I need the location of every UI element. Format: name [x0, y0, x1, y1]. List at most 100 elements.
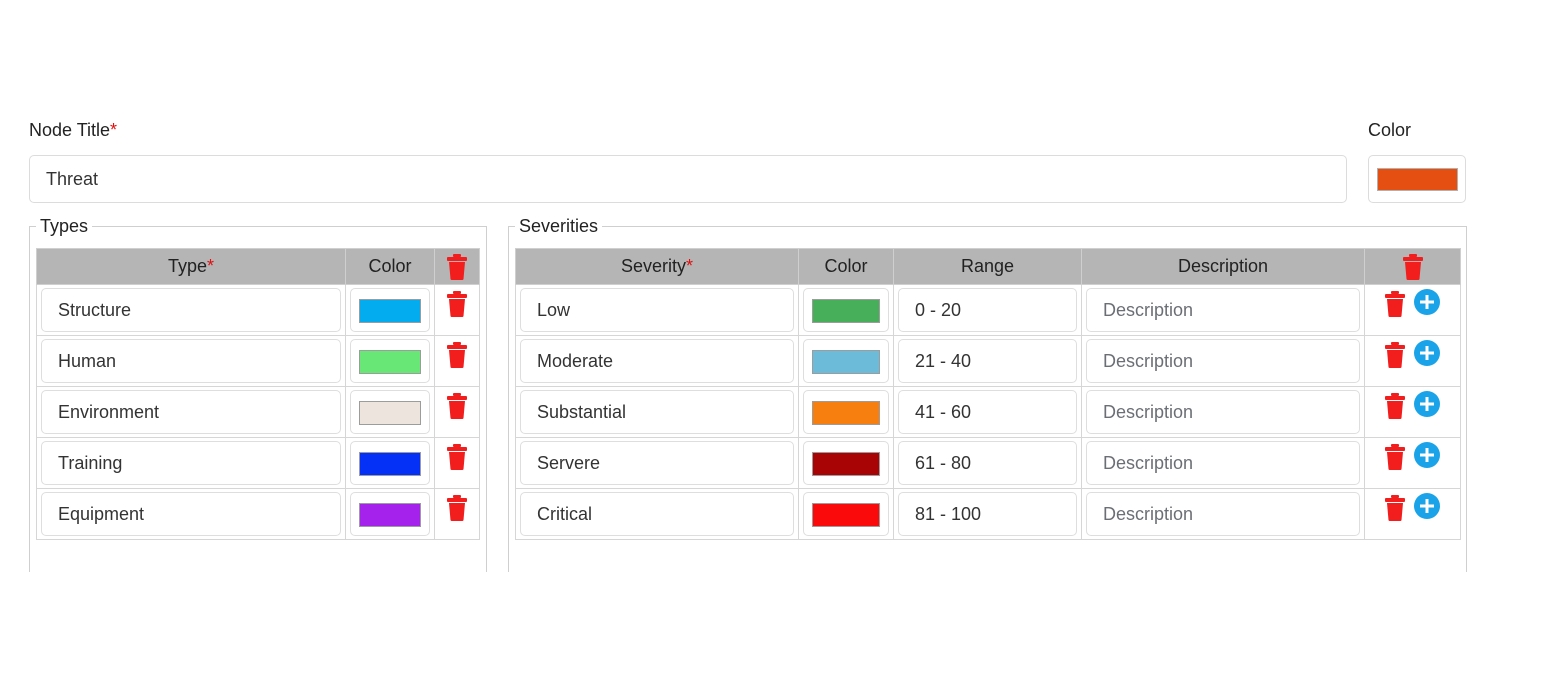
- severity-color-swatch: [812, 503, 880, 527]
- type-color-cell: [345, 284, 435, 336]
- add-severity-plus-icon[interactable]: [1414, 493, 1440, 519]
- delete-severity-trash-icon[interactable]: [1385, 444, 1405, 470]
- type-name-cell: Equipment: [36, 488, 346, 540]
- delete-severity-trash-icon[interactable]: [1385, 495, 1405, 521]
- node-title-input[interactable]: Threat: [29, 155, 1347, 203]
- type-name-cell: Training: [36, 437, 346, 489]
- severity-description-input[interactable]: Description: [1086, 492, 1360, 536]
- severity-action-cell: [1364, 386, 1461, 438]
- type-color-picker[interactable]: [350, 288, 430, 332]
- severity-color-swatch: [812, 401, 880, 425]
- type-action-cell: [434, 284, 480, 336]
- severity-range-cell: 81 - 100: [893, 488, 1082, 540]
- type-color-cell: [345, 437, 435, 489]
- severity-description-input[interactable]: Description: [1086, 441, 1360, 485]
- delete-type-trash-icon[interactable]: [447, 393, 467, 419]
- severity-color-cell: [798, 386, 894, 438]
- delete-severity-trash-icon[interactable]: [1385, 393, 1405, 419]
- delete-all-types-trash-icon[interactable]: [447, 254, 467, 280]
- severity-color-picker[interactable]: [803, 390, 889, 434]
- type-name-input[interactable]: Training: [41, 441, 341, 485]
- severity-name-input[interactable]: Substantial: [520, 390, 794, 434]
- type-color-picker[interactable]: [350, 339, 430, 383]
- type-action-cell: [434, 335, 480, 387]
- severity-name-input[interactable]: Servere: [520, 441, 794, 485]
- type-name-input[interactable]: Human: [41, 339, 341, 383]
- severity-name-cell: Substantial: [515, 386, 799, 438]
- severity-range-input[interactable]: 41 - 60: [898, 390, 1077, 434]
- severity-name-input[interactable]: Moderate: [520, 339, 794, 383]
- delete-severity-trash-icon[interactable]: [1385, 342, 1405, 368]
- severity-color-cell: [798, 437, 894, 489]
- type-name-cell: Environment: [36, 386, 346, 438]
- severity-name-cell: Servere: [515, 437, 799, 489]
- severity-range-input[interactable]: 0 - 20: [898, 288, 1077, 332]
- severity-color-picker[interactable]: [803, 339, 889, 383]
- severity-color-picker[interactable]: [803, 441, 889, 485]
- severities-header-description: Description: [1081, 248, 1365, 285]
- add-severity-plus-icon[interactable]: [1414, 289, 1440, 315]
- type-row: Training: [36, 437, 480, 489]
- severities-delete-all-cell: [1364, 248, 1461, 285]
- severity-name-cell: Moderate: [515, 335, 799, 387]
- node-color-swatch: [1377, 168, 1458, 191]
- type-row: Human: [36, 335, 480, 387]
- severity-action-cell: [1364, 284, 1461, 336]
- severity-name-cell: Low: [515, 284, 799, 336]
- type-color-swatch: [359, 350, 421, 374]
- type-color-picker[interactable]: [350, 492, 430, 536]
- severity-name-cell: Critical: [515, 488, 799, 540]
- add-severity-plus-icon[interactable]: [1414, 442, 1440, 468]
- severity-color-swatch: [812, 299, 880, 323]
- severity-range-input[interactable]: 61 - 80: [898, 441, 1077, 485]
- severities-header-color: Color: [798, 248, 894, 285]
- delete-type-trash-icon[interactable]: [447, 495, 467, 521]
- severity-range-input[interactable]: 21 - 40: [898, 339, 1077, 383]
- severity-color-picker[interactable]: [803, 492, 889, 536]
- severity-range-cell: 61 - 80: [893, 437, 1082, 489]
- severity-row: Servere 61 - 80 Description: [515, 437, 1461, 489]
- type-action-cell: [434, 488, 480, 540]
- add-severity-plus-icon[interactable]: [1414, 391, 1440, 417]
- node-color-picker[interactable]: [1368, 155, 1466, 203]
- severity-name-input[interactable]: Low: [520, 288, 794, 332]
- type-row: Equipment: [36, 488, 480, 540]
- delete-type-trash-icon[interactable]: [447, 444, 467, 470]
- severity-color-cell: [798, 488, 894, 540]
- types-table: Type* Color Structure Human Environment Tra…: [36, 248, 480, 540]
- severity-range-input[interactable]: 81 - 100: [898, 492, 1077, 536]
- type-name-input[interactable]: Environment: [41, 390, 341, 434]
- severity-row: Substantial 41 - 60 Description: [515, 386, 1461, 438]
- severity-description-input[interactable]: Description: [1086, 339, 1360, 383]
- severity-description-cell: Description: [1081, 386, 1365, 438]
- severity-description-input[interactable]: Description: [1086, 390, 1360, 434]
- delete-severity-trash-icon[interactable]: [1385, 291, 1405, 317]
- type-color-swatch: [359, 503, 421, 527]
- node-title-label: Node Title*: [29, 120, 118, 140]
- type-color-picker[interactable]: [350, 441, 430, 485]
- add-severity-plus-icon[interactable]: [1414, 340, 1440, 366]
- severity-color-swatch: [812, 350, 880, 374]
- delete-type-trash-icon[interactable]: [447, 342, 467, 368]
- node-color-label: Color: [1368, 120, 1412, 140]
- severity-range-cell: 0 - 20: [893, 284, 1082, 336]
- severity-description-input[interactable]: Description: [1086, 288, 1360, 332]
- severity-color-picker[interactable]: [803, 288, 889, 332]
- severity-action-cell: [1364, 488, 1461, 540]
- type-color-swatch: [359, 299, 421, 323]
- type-name-cell: Human: [36, 335, 346, 387]
- severities-legend: Severities: [519, 216, 599, 236]
- severity-name-input[interactable]: Critical: [520, 492, 794, 536]
- severities-table: Severity* Color Range Description Low 0 -…: [515, 248, 1461, 540]
- severity-color-cell: [798, 284, 894, 336]
- delete-type-trash-icon[interactable]: [447, 291, 467, 317]
- delete-all-severities-trash-icon[interactable]: [1402, 254, 1423, 280]
- type-name-input[interactable]: Structure: [41, 288, 341, 332]
- type-color-picker[interactable]: [350, 390, 430, 434]
- type-color-cell: [345, 488, 435, 540]
- type-name-input[interactable]: Equipment: [41, 492, 341, 536]
- severity-row: Moderate 21 - 40 Description: [515, 335, 1461, 387]
- types-legend: Types: [40, 216, 89, 236]
- type-color-swatch: [359, 401, 421, 425]
- severity-range-cell: 21 - 40: [893, 335, 1082, 387]
